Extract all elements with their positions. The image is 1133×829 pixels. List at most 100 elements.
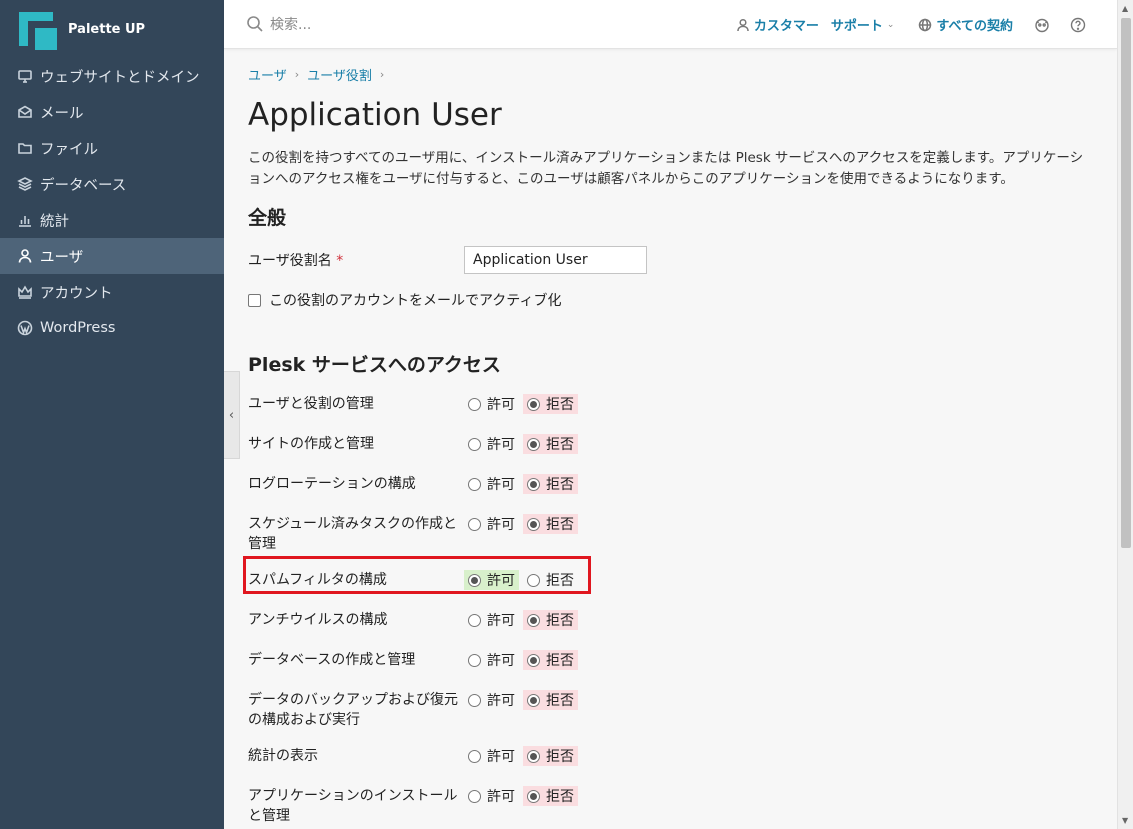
deny-option[interactable]: 拒否 bbox=[523, 434, 578, 454]
permission-row: 統計の表示 許可 拒否 bbox=[248, 746, 1098, 786]
allow-option[interactable]: 許可 bbox=[464, 650, 519, 670]
allow-option[interactable]: 許可 bbox=[464, 514, 519, 534]
deny-radio[interactable] bbox=[527, 789, 540, 803]
search-input[interactable]: 検索... bbox=[270, 14, 311, 34]
allow-option[interactable]: 許可 bbox=[464, 394, 519, 414]
deny-option[interactable]: 拒否 bbox=[523, 610, 578, 630]
deny-radio[interactable] bbox=[527, 653, 540, 667]
allow-radio[interactable] bbox=[468, 477, 481, 491]
deny-label: 拒否 bbox=[546, 437, 574, 453]
deny-radio[interactable] bbox=[527, 397, 540, 411]
role-name-row: ユーザ役割名 * bbox=[248, 246, 1098, 274]
allow-option[interactable]: 許可 bbox=[464, 786, 519, 806]
brand-logo[interactable]: Palette UP bbox=[0, 0, 224, 58]
allow-radio[interactable] bbox=[468, 437, 481, 451]
allow-option[interactable]: 許可 bbox=[464, 570, 519, 590]
allow-label: 許可 bbox=[487, 749, 515, 765]
permission-row: スケジュール済みタスクの作成と管理 許可 拒否 bbox=[248, 514, 1098, 570]
scroll-thumb[interactable] bbox=[1121, 18, 1131, 548]
sidebar-item-label: ユーザ bbox=[40, 249, 84, 266]
wordpress-icon bbox=[16, 319, 34, 337]
permission-label: データのバックアップおよび復元の構成および実行 bbox=[248, 692, 458, 728]
mascot-icon[interactable] bbox=[1033, 16, 1051, 34]
role-name-input[interactable] bbox=[464, 246, 647, 274]
permission-radio-group: 許可 拒否 bbox=[464, 514, 582, 534]
allow-option[interactable]: 許可 bbox=[464, 434, 519, 454]
allow-radio[interactable] bbox=[468, 789, 481, 803]
permission-row: ユーザと役割の管理 許可 拒否 bbox=[248, 394, 1098, 434]
allow-radio[interactable] bbox=[468, 653, 481, 667]
help-icon[interactable] bbox=[1069, 16, 1087, 34]
deny-label: 拒否 bbox=[546, 573, 574, 589]
permission-label: サイトの作成と管理 bbox=[248, 436, 374, 452]
crown-icon bbox=[16, 283, 34, 301]
sidebar-item-label: WordPress bbox=[40, 320, 116, 336]
allow-option[interactable]: 許可 bbox=[464, 746, 519, 766]
sidebar-item-databases[interactable]: データベース bbox=[0, 166, 224, 202]
breadcrumb-users[interactable]: ユーザ bbox=[248, 65, 287, 84]
deny-radio[interactable] bbox=[527, 573, 540, 587]
permission-label: データベースの作成と管理 bbox=[248, 652, 416, 668]
sidebar-item-users[interactable]: ユーザ bbox=[0, 238, 224, 274]
globe-icon bbox=[919, 18, 932, 31]
deny-label: 拒否 bbox=[546, 477, 574, 493]
allow-radio[interactable] bbox=[468, 693, 481, 707]
permission-label: スパムフィルタの構成 bbox=[248, 572, 387, 588]
search-box[interactable]: 検索... bbox=[246, 14, 311, 34]
scroll-down-arrow-icon[interactable]: ▼ bbox=[1122, 816, 1128, 825]
breadcrumb-user-roles[interactable]: ユーザ役割 bbox=[307, 65, 372, 84]
customer-menu[interactable]: カスタマー bbox=[736, 15, 819, 34]
deny-radio[interactable] bbox=[527, 517, 540, 531]
activate-by-email-checkbox[interactable] bbox=[248, 293, 261, 307]
sidebar-item-mail[interactable]: メール bbox=[0, 94, 224, 130]
allow-label: 許可 bbox=[487, 573, 515, 589]
permission-radio-group: 許可 拒否 bbox=[464, 434, 582, 454]
mail-icon bbox=[16, 103, 34, 121]
deny-option[interactable]: 拒否 bbox=[523, 786, 578, 806]
deny-option[interactable]: 拒否 bbox=[523, 690, 578, 710]
deny-radio[interactable] bbox=[527, 437, 540, 451]
sidebar-item-files[interactable]: ファイル bbox=[0, 130, 224, 166]
sidebar-item-websites-domains[interactable]: ウェブサイトとドメイン bbox=[0, 58, 224, 94]
allow-label: 許可 bbox=[487, 437, 515, 453]
deny-option[interactable]: 拒否 bbox=[523, 650, 578, 670]
sidebar-item-label: データベース bbox=[40, 177, 127, 194]
deny-label: 拒否 bbox=[546, 517, 574, 533]
permission-radio-group: 許可 拒否 bbox=[464, 610, 582, 630]
allow-radio[interactable] bbox=[468, 517, 481, 531]
breadcrumb: ユーザ › ユーザ役割 › bbox=[248, 65, 1098, 84]
deny-option[interactable]: 拒否 bbox=[523, 394, 578, 414]
allow-option[interactable]: 許可 bbox=[464, 474, 519, 494]
subscriptions-menu[interactable]: すべての契約 bbox=[918, 15, 1013, 34]
allow-option[interactable]: 許可 bbox=[464, 690, 519, 710]
permission-label: スケジュール済みタスクの作成と管理 bbox=[248, 516, 458, 552]
allow-label: 許可 bbox=[487, 477, 515, 493]
allow-radio[interactable] bbox=[468, 573, 481, 587]
scroll-up-arrow-icon[interactable]: ▲ bbox=[1122, 4, 1128, 13]
permission-row: アプリケーションのインストールと管理 許可 拒否 bbox=[248, 786, 1098, 826]
allow-option[interactable]: 許可 bbox=[464, 610, 519, 630]
sidebar-item-statistics[interactable]: 統計 bbox=[0, 202, 224, 238]
allow-label: 許可 bbox=[487, 613, 515, 629]
chevron-right-icon: › bbox=[294, 68, 300, 81]
deny-radio[interactable] bbox=[527, 613, 540, 627]
allow-radio[interactable] bbox=[468, 613, 481, 627]
activate-by-email-row[interactable]: この役割のアカウントをメールでアクティブ化 bbox=[248, 290, 1098, 310]
vertical-scrollbar[interactable]: ▲ ▼ bbox=[1117, 0, 1133, 829]
sidebar-collapse-handle[interactable]: ‹ bbox=[224, 371, 240, 459]
deny-option[interactable]: 拒否 bbox=[523, 514, 578, 534]
access-heading: Plesk サービスへのアクセス bbox=[248, 354, 501, 376]
sidebar-item-wordpress[interactable]: WordPress bbox=[0, 310, 224, 346]
allow-radio[interactable] bbox=[468, 397, 481, 411]
deny-option[interactable]: 拒否 bbox=[523, 570, 578, 590]
database-icon bbox=[16, 175, 34, 193]
deny-option[interactable]: 拒否 bbox=[523, 746, 578, 766]
deny-option[interactable]: 拒否 bbox=[523, 474, 578, 494]
deny-radio[interactable] bbox=[527, 693, 540, 707]
deny-radio[interactable] bbox=[527, 477, 540, 491]
allow-radio[interactable] bbox=[468, 749, 481, 763]
allow-label: 許可 bbox=[487, 693, 515, 709]
sidebar-item-account[interactable]: アカウント bbox=[0, 274, 224, 310]
support-menu[interactable]: サポート ⌄ bbox=[831, 15, 895, 34]
deny-radio[interactable] bbox=[527, 749, 540, 763]
